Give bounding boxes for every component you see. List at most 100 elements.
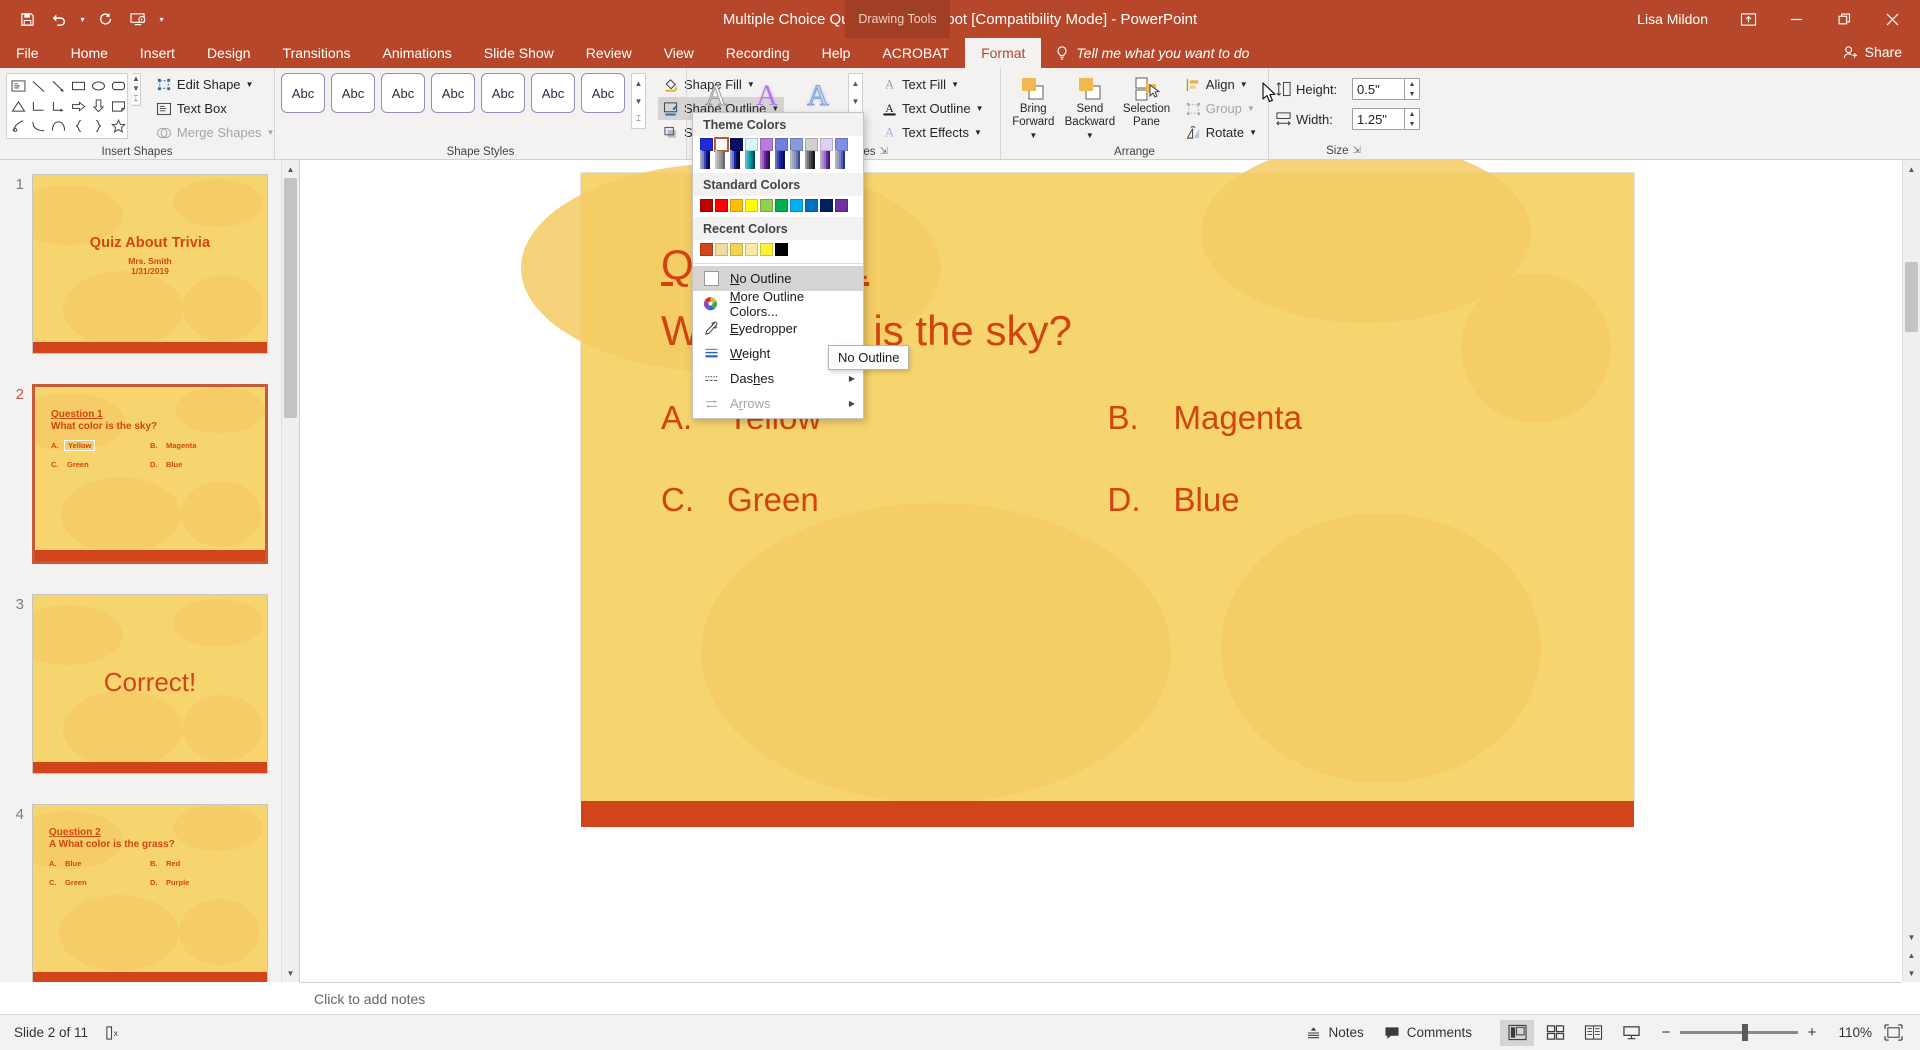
slide-thumbnail-item[interactable]: 1 Quiz About Trivia Mrs. Smith 1/31/2019 [0,174,281,354]
start-from-beginning-icon[interactable] [123,5,153,33]
theme-color-variants[interactable] [745,150,758,169]
theme-color-variants[interactable] [760,150,773,169]
minimize-button[interactable] [1774,3,1818,35]
align-button[interactable]: Align ▼ [1181,73,1262,96]
shapes-more-icon[interactable]: ⌶ [132,94,140,105]
wordart-scroll-up-icon[interactable]: ▲ [849,74,862,92]
restore-button[interactable] [1822,3,1866,35]
width-decrement-icon[interactable]: ▼ [1405,119,1419,129]
thumbnail-scroll-thumb[interactable] [284,178,297,418]
tab-transitions[interactable]: Transitions [267,38,367,68]
shape-arrow-icon[interactable] [48,76,68,96]
menu-item-arrows[interactable]: Arrows ▶ [693,391,863,416]
theme-variant-swatch[interactable] [828,151,830,169]
width-spin-buttons[interactable]: ▲ ▼ [1404,108,1420,130]
recent-colors-row[interactable] [693,240,863,261]
width-stepper[interactable]: ▲ ▼ [1352,108,1420,130]
group-button[interactable]: Group ▼ [1181,97,1262,120]
styles-scroll-down-icon[interactable]: ▼ [632,92,645,110]
normal-view-button[interactable] [1500,1019,1534,1046]
text-box-button[interactable]: Text Box [151,97,279,120]
close-button[interactable] [1870,3,1914,35]
shape-left-brace-icon[interactable] [68,116,88,136]
slide-thumbnail-1[interactable]: Quiz About Trivia Mrs. Smith 1/31/2019 [32,174,268,354]
slide-scroll-track[interactable] [1903,178,1920,928]
shape-styles-gallery[interactable]: Abc Abc Abc Abc Abc Abc Abc ▲ ▼ ⌶ [281,73,646,129]
shapes-gallery[interactable] [6,73,128,139]
tab-format[interactable]: Format [965,38,1042,68]
theme-color-column[interactable] [835,138,848,169]
theme-variant-swatch[interactable] [813,151,815,169]
tab-view[interactable]: View [648,38,710,68]
slide-scroll-up-icon[interactable]: ▲ [1903,160,1920,178]
shapes-gallery-scrollbar[interactable]: ▲ ▼ ⌶ [132,73,141,106]
reading-view-button[interactable] [1576,1020,1610,1046]
theme-variant-swatch[interactable] [723,151,725,169]
recent-color-swatch[interactable] [745,243,758,256]
wordart-scroll-down-icon[interactable]: ▼ [849,92,862,110]
theme-color-variants[interactable] [835,150,848,169]
theme-color-column[interactable] [790,138,803,169]
standard-color-swatch[interactable] [745,199,758,212]
tab-home[interactable]: Home [55,38,124,68]
shape-star-icon[interactable] [108,116,128,136]
standard-color-swatch[interactable] [775,199,788,212]
thumbnail-scroll-track[interactable] [282,178,299,964]
theme-color-column[interactable] [730,138,743,169]
menu-item-eyedropper[interactable]: Eyedropper [693,316,863,341]
slide-show-view-button[interactable] [1614,1020,1648,1046]
undo-dropdown-icon[interactable]: ▾ [76,5,89,33]
theme-variant-swatch[interactable] [753,151,755,169]
shape-oval-icon[interactable] [88,76,108,96]
height-spin-buttons[interactable]: ▲ ▼ [1404,78,1420,100]
standard-color-swatch[interactable] [805,199,818,212]
slide-area-scrollbar[interactable]: ▲ ▼ ▲ ▼ [1902,160,1920,982]
bring-forward-button[interactable]: Bring Forward ▼ [1007,73,1060,145]
menu-item-more-outline-colors[interactable]: More Outline Colors... [693,289,863,319]
shape-outline-dropdown-menu[interactable]: Theme Colors Standard Colors Recent Colo… [692,112,864,419]
standard-color-swatch[interactable] [715,199,728,212]
fit-slide-to-window-button[interactable] [1876,1020,1910,1046]
theme-color-variants[interactable] [715,150,728,169]
shape-triangle-icon[interactable] [8,96,28,116]
theme-color-column[interactable] [700,138,713,169]
theme-color-column[interactable] [745,138,758,169]
recent-color-swatch[interactable] [700,243,713,256]
slide-scroll-down-icon[interactable]: ▼ [1903,928,1920,946]
styles-more-icon[interactable]: ⌶ [632,110,645,128]
user-account-name[interactable]: Lisa Mildon [1637,11,1708,27]
standard-color-swatch[interactable] [835,199,848,212]
height-stepper[interactable]: ▲ ▼ [1352,78,1420,100]
shape-arc-icon[interactable] [48,116,68,136]
theme-variant-swatch[interactable] [783,151,785,169]
styles-scroll-up-icon[interactable]: ▲ [632,74,645,92]
edit-shape-button[interactable]: Edit Shape ▼ [151,73,279,96]
previous-slide-icon[interactable]: ▲ [1903,946,1920,964]
theme-color-column[interactable] [714,137,729,169]
shape-rounded-rectangle-icon[interactable] [108,76,128,96]
theme-variant-swatch[interactable] [708,151,710,169]
merge-shapes-button[interactable]: Merge Shapes ▼ [151,121,279,144]
slide-indicator[interactable]: Slide 2 of 11 [14,1025,88,1040]
size-dialog-launcher-icon[interactable]: ⇲ [1352,145,1360,156]
undo-icon[interactable] [44,5,74,33]
thumbnail-scroll-up-icon[interactable]: ▲ [282,160,299,178]
zoom-level-label[interactable]: 110% [1830,1025,1872,1040]
shape-style-thumb[interactable]: Abc [531,73,575,113]
menu-item-no-outline[interactable]: No Outline [693,266,863,291]
zoom-track[interactable] [1680,1024,1798,1041]
option-c[interactable]: C. Green [661,481,1108,519]
zoom-out-button[interactable]: − [1660,1024,1672,1041]
tell-me-search[interactable]: Tell me what you want to do [1041,38,1263,68]
text-fill-button[interactable]: A Text Fill ▼ [877,73,989,96]
zoom-handle[interactable] [1742,1024,1748,1041]
standard-colors-row[interactable] [693,196,863,217]
slide-sorter-view-button[interactable] [1538,1020,1572,1046]
text-effects-button[interactable]: A Text Effects ▼ [877,121,989,144]
ribbon-display-options-icon[interactable] [1726,3,1770,35]
standard-color-swatch[interactable] [820,199,833,212]
height-input[interactable] [1352,78,1404,100]
slide-thumbnail-3[interactable]: Correct! [32,594,268,774]
theme-color-variants[interactable] [805,150,818,169]
theme-colors-grid[interactable] [693,136,863,173]
